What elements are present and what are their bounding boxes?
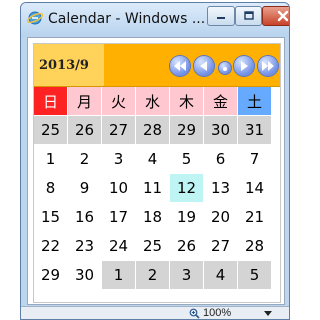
day-cell[interactable]: 18	[136, 203, 169, 231]
day-cell[interactable]: 22	[34, 232, 67, 260]
weekday-saturday: 土	[238, 87, 271, 115]
prev-year-button[interactable]	[170, 56, 190, 76]
page-content: 2013/9 日 月 火 水 木 金 土 25 26 27 28 29 30 3…	[27, 37, 285, 305]
zoom-control[interactable]: 100%	[189, 307, 231, 319]
day-cell-other-month[interactable]: 1	[102, 261, 135, 289]
day-cell[interactable]: 10	[102, 174, 135, 202]
day-cell-today[interactable]: 12	[170, 174, 203, 202]
day-cell[interactable]: 17	[102, 203, 135, 231]
zoom-icon	[189, 308, 200, 319]
day-cell[interactable]: 26	[170, 232, 203, 260]
title-bar[interactable]: Calendar - Windows ...	[21, 3, 289, 37]
zoom-level: 100%	[203, 307, 232, 319]
day-cell[interactable]: 13	[204, 174, 237, 202]
weekday-monday: 月	[68, 87, 101, 115]
day-cell-other-month[interactable]: 3	[170, 261, 203, 289]
weekday-header-row: 日 月 火 水 木 金 土	[34, 87, 280, 116]
day-cell-other-month[interactable]: 25	[34, 116, 67, 144]
day-cell[interactable]: 2	[68, 145, 101, 173]
month-label: 2013/9	[34, 44, 104, 86]
day-cell-other-month[interactable]: 30	[204, 116, 237, 144]
day-cell[interactable]: 6	[204, 145, 237, 173]
week-row: 25 26 27 28 29 30 31	[34, 116, 280, 145]
day-cell[interactable]: 27	[204, 232, 237, 260]
day-cell[interactable]: 19	[170, 203, 203, 231]
zoom-dropdown-arrow-icon[interactable]	[264, 311, 272, 316]
close-icon	[277, 10, 289, 22]
day-cell-other-month[interactable]: 2	[136, 261, 169, 289]
day-cell[interactable]: 23	[68, 232, 101, 260]
day-cell[interactable]: 15	[34, 203, 67, 231]
day-cell-other-month[interactable]: 28	[136, 116, 169, 144]
calendar-header: 2013/9	[34, 44, 280, 87]
weekday-wednesday: 水	[136, 87, 169, 115]
week-row: 29 30 1 2 3 4 5	[34, 261, 280, 290]
prev-month-button[interactable]	[194, 56, 214, 76]
day-cell-other-month[interactable]: 26	[68, 116, 101, 144]
day-cell[interactable]: 14	[238, 174, 271, 202]
dot-icon	[223, 67, 227, 71]
left-arrow-icon	[200, 61, 207, 71]
close-button[interactable]	[262, 6, 289, 26]
calendar-grid: 日 月 火 水 木 金 土 25 26 27 28 29 30 31 1 2 3 4 5 6 7 8 9 10 1…	[34, 87, 280, 290]
day-cell[interactable]: 20	[204, 203, 237, 231]
day-cell[interactable]: 29	[34, 261, 67, 289]
internet-explorer-icon	[27, 11, 43, 25]
weekday-friday: 金	[204, 87, 237, 115]
double-left-arrow-icon	[174, 61, 186, 71]
day-cell[interactable]: 11	[136, 174, 169, 202]
day-cell[interactable]: 25	[136, 232, 169, 260]
browser-window: Calendar - Windows ... 2013/9 日 月 火 水 木 …	[20, 2, 290, 320]
day-cell[interactable]: 3	[102, 145, 135, 173]
maximize-button[interactable]	[235, 6, 262, 26]
calendar-widget: 2013/9 日 月 火 水 木 金 土 25 26 27 28 29 30 3…	[33, 43, 281, 303]
day-cell-other-month[interactable]: 27	[102, 116, 135, 144]
day-cell[interactable]: 7	[238, 145, 271, 173]
weeks-container: 25 26 27 28 29 30 31 1 2 3 4 5 6 7 8 9 10 11 12 13 14 15 16 17 1…	[34, 116, 280, 290]
weekday-sunday: 日	[34, 87, 67, 115]
next-month-button[interactable]	[234, 56, 254, 76]
day-cell-other-month[interactable]: 31	[238, 116, 271, 144]
day-cell[interactable]: 28	[238, 232, 271, 260]
week-row: 1234567	[34, 145, 280, 174]
weekday-thursday: 木	[170, 87, 203, 115]
day-cell[interactable]: 4	[136, 145, 169, 173]
week-row: 8 9 10 11 12 13 14	[34, 174, 280, 203]
day-cell[interactable]: 9	[68, 174, 101, 202]
right-arrow-icon	[241, 61, 248, 71]
day-cell[interactable]: 24	[102, 232, 135, 260]
weekday-tuesday: 火	[102, 87, 135, 115]
day-cell[interactable]: 1	[34, 145, 67, 173]
maximize-icon	[243, 11, 254, 20]
day-cell-other-month[interactable]: 29	[170, 116, 203, 144]
week-row: 15 16 17 18 19 20 21	[34, 203, 280, 232]
day-cell[interactable]: 16	[68, 203, 101, 231]
next-year-button[interactable]	[258, 56, 278, 76]
double-right-arrow-icon	[262, 61, 274, 71]
minimize-button[interactable]	[207, 6, 235, 26]
day-cell[interactable]: 30	[68, 261, 101, 289]
week-row: 22 23 24 25 26 27 28	[34, 232, 280, 261]
status-bar: 100%	[21, 306, 289, 319]
day-cell-other-month[interactable]: 5	[238, 261, 271, 289]
day-cell[interactable]: 5	[170, 145, 203, 173]
today-button[interactable]	[219, 62, 231, 74]
minimize-icon	[217, 17, 225, 19]
day-cell-other-month[interactable]: 4	[204, 261, 237, 289]
day-cell[interactable]: 21	[238, 203, 271, 231]
day-cell[interactable]: 8	[34, 174, 67, 202]
window-title: Calendar - Windows ...	[48, 11, 206, 27]
